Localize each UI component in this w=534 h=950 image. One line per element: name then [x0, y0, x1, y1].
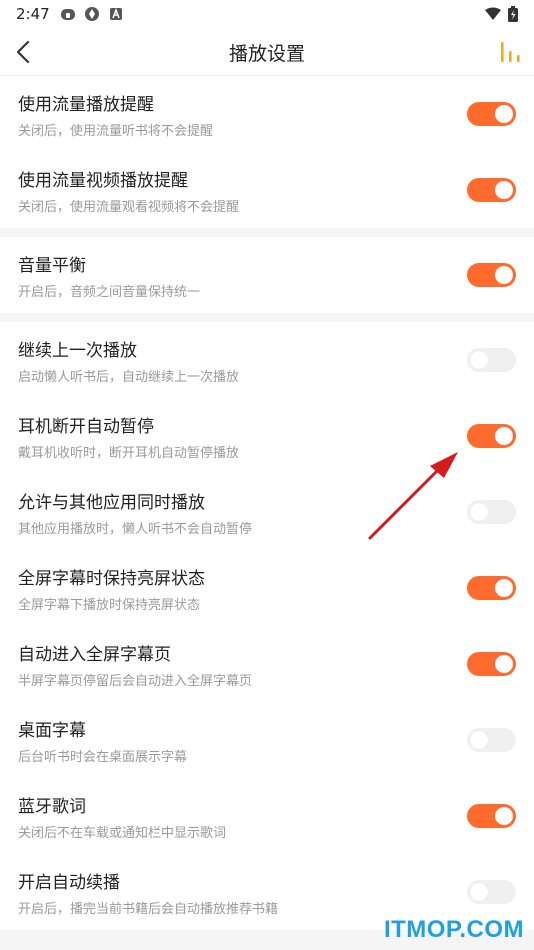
setting-title: 音量平衡 [18, 256, 86, 276]
setting-title: 开启自动续播 [18, 873, 120, 893]
toggle-knob [495, 181, 513, 199]
status-icons-left [60, 6, 124, 22]
toggle-switch[interactable] [467, 728, 516, 752]
toggle-knob [495, 807, 513, 825]
setting-title: 使用流量播放提醒 [18, 95, 154, 115]
setting-row[interactable]: 继续上一次播放 启动懒人听书后，自动继续上一次播放 [0, 322, 534, 398]
setting-subtitle: 后台听书时会在桌面展示字幕 [18, 750, 188, 765]
toggle-switch[interactable] [467, 804, 516, 828]
toggle-knob [470, 731, 488, 749]
watermark: ITMOP.COM [383, 916, 524, 943]
setting-row[interactable]: 桌面字幕 后台听书时会在桌面展示字幕 [0, 702, 534, 778]
setting-title: 耳机断开自动暂停 [18, 417, 154, 437]
setting-title: 使用流量视频播放提醒 [18, 171, 188, 191]
status-icons-right [484, 6, 518, 22]
page-title: 播放设置 [228, 43, 305, 65]
setting-subtitle: 半屏字幕页停留后会自动进入全屏字幕页 [18, 674, 253, 689]
toggle-switch[interactable] [467, 576, 516, 600]
toggle-switch[interactable] [467, 652, 516, 676]
battery-icon [508, 6, 518, 22]
setting-row[interactable]: 允许与其他应用同时播放 其他应用播放时，懒人听书不会自动暂停 [0, 474, 534, 550]
setting-subtitle: 关闭后不在车载或通知栏中显示歌词 [18, 826, 227, 841]
setting-row[interactable]: 使用流量视频播放提醒 关闭后，使用流量观看视频将不会提醒 [0, 152, 534, 228]
setting-subtitle: 戴耳机收听时，断开耳机自动暂停播放 [18, 446, 240, 461]
setting-row[interactable]: 耳机断开自动暂停 戴耳机收听时，断开耳机自动暂停播放 [0, 398, 534, 474]
toggle-switch[interactable] [467, 263, 516, 287]
toggle-switch[interactable] [467, 500, 516, 524]
setting-title: 自动进入全屏字幕页 [18, 645, 171, 665]
a-badge-icon [110, 7, 122, 20]
status-bar: 2:47 [0, 0, 534, 28]
settings-group-volume: 音量平衡 开启后，音频之间音量保持统一 [0, 237, 534, 313]
toggle-switch[interactable] [467, 424, 516, 448]
setting-subtitle: 关闭后，使用流量听书将不会提醒 [18, 124, 214, 139]
setting-title: 允许与其他应用同时播放 [18, 493, 205, 513]
sync-icon [85, 7, 99, 21]
toggle-switch[interactable] [467, 880, 516, 904]
setting-row[interactable]: 使用流量播放提醒 关闭后，使用流量听书将不会提醒 [0, 76, 534, 152]
setting-subtitle: 开启后，播完当前书籍后会自动播放推荐书籍 [18, 902, 279, 917]
setting-subtitle: 全屏字幕下播放时保持亮屏状态 [18, 598, 201, 613]
equalizer-icon[interactable] [498, 40, 522, 64]
setting-subtitle: 关闭后，使用流量观看视频将不会提醒 [18, 200, 240, 215]
setting-title: 全屏字幕时保持亮屏状态 [18, 569, 205, 589]
setting-subtitle: 其他应用播放时，懒人听书不会自动暂停 [18, 522, 253, 537]
toggle-knob [495, 266, 513, 284]
toggle-knob [470, 883, 488, 901]
status-time: 2:47 [16, 5, 50, 23]
toggle-knob [495, 105, 513, 123]
setting-title: 继续上一次播放 [18, 341, 137, 361]
toggle-switch[interactable] [467, 102, 516, 126]
toggle-knob [495, 655, 513, 673]
toggle-knob [495, 427, 513, 445]
setting-row[interactable]: 蓝牙歌词 关闭后不在车载或通知栏中显示歌词 [0, 778, 534, 854]
settings-group-data-usage: 使用流量播放提醒 关闭后，使用流量听书将不会提醒 使用流量视频播放提醒 关闭后，… [0, 76, 534, 228]
setting-title: 蓝牙歌词 [18, 797, 86, 817]
settings-group-playback: 继续上一次播放 启动懒人听书后，自动继续上一次播放 耳机断开自动暂停 戴耳机收听… [0, 322, 534, 930]
setting-row[interactable]: 音量平衡 开启后，音频之间音量保持统一 [0, 237, 534, 313]
setting-subtitle: 启动懒人听书后，自动继续上一次播放 [18, 370, 240, 385]
setting-row[interactable]: 自动进入全屏字幕页 半屏字幕页停留后会自动进入全屏字幕页 [0, 626, 534, 702]
setting-row[interactable]: 全屏字幕时保持亮屏状态 全屏字幕下播放时保持亮屏状态 [0, 550, 534, 626]
toggle-switch[interactable] [467, 348, 516, 372]
setting-title: 桌面字幕 [18, 721, 86, 741]
toggle-knob [470, 503, 488, 521]
app-icon [61, 9, 75, 20]
toggle-knob [495, 579, 513, 597]
toggle-switch[interactable] [467, 178, 516, 202]
wifi-icon [485, 7, 501, 20]
setting-subtitle: 开启后，音频之间音量保持统一 [18, 285, 201, 300]
toggle-knob [470, 351, 488, 369]
top-bar: 播放设置 [0, 28, 534, 76]
settings-screen: 2:47 播放设置 使用流量播放提醒 关闭后，使用流量听书将不会提醒 使用流量视… [0, 0, 534, 950]
